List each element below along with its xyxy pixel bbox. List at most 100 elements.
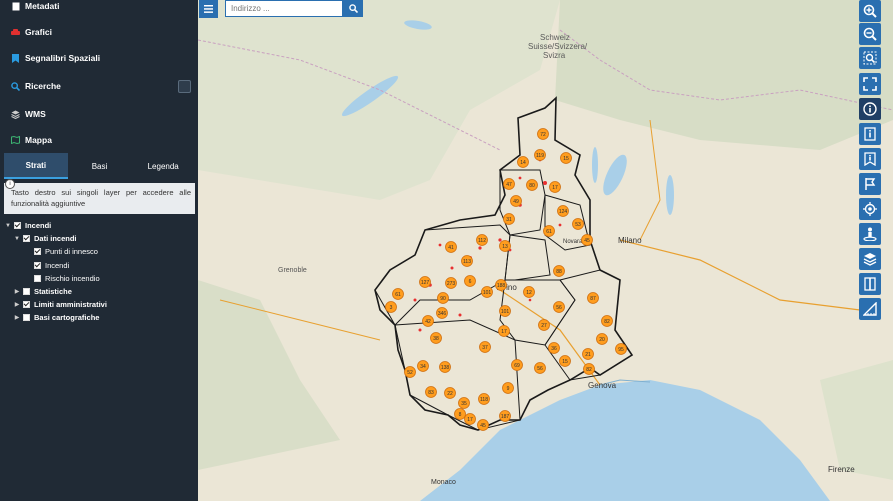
flag-button[interactable] [859,173,881,195]
fire-cluster-marker[interactable]: 38 [430,332,442,344]
fire-cluster-marker[interactable]: 14 [517,156,529,168]
streetview-button[interactable] [859,223,881,245]
fire-cluster-marker[interactable]: 82 [601,315,613,327]
caret-right-icon[interactable]: ▶ [13,314,21,321]
info-button[interactable] [859,98,881,120]
checkbox[interactable] [34,248,41,256]
checkbox[interactable] [34,274,41,282]
caret-down-icon[interactable]: ▼ [13,236,21,242]
fire-cluster-marker[interactable]: 101 [481,286,493,298]
fire-cluster-marker[interactable]: 61 [392,288,404,300]
bookmark-tool-button[interactable] [859,148,881,170]
fire-cluster-marker[interactable]: 6 [464,275,476,287]
nav-ricerche[interactable]: Ricerche [0,73,198,99]
tree-node-limiti[interactable]: ▶ Limiti amministrativi [4,298,195,311]
fire-cluster-marker[interactable]: 20 [596,333,608,345]
fire-cluster-marker[interactable]: 119 [534,149,546,161]
checkbox[interactable] [23,235,30,243]
nav-segnalibri[interactable]: Segnalibri Spaziali [0,45,198,71]
layers-tool-button[interactable] [859,248,881,270]
fire-cluster-marker[interactable]: 187 [499,410,511,422]
fire-cluster-marker[interactable]: 13 [499,240,511,252]
fire-cluster-marker[interactable]: 273 [445,277,457,289]
tree-node-punti[interactable]: Punti di innesco [4,245,195,258]
fire-cluster-marker[interactable]: 88 [553,265,565,277]
fire-cluster-marker[interactable]: 188 [495,279,507,291]
fire-cluster-marker[interactable]: 113 [461,255,473,267]
fire-cluster-marker[interactable]: 22 [444,387,456,399]
fire-cluster-marker[interactable]: 17 [498,325,510,337]
fullscreen-button[interactable] [859,73,881,95]
tree-node-incendi-layer[interactable]: Incendi [4,259,195,272]
caret-right-icon[interactable]: ▶ [13,288,21,295]
fire-cluster-marker[interactable]: 138 [439,361,451,373]
nav-wms[interactable]: WMS [0,101,198,127]
fire-cluster-marker[interactable]: 72 [537,128,549,140]
caret-down-icon[interactable]: ▼ [4,223,12,229]
checkbox[interactable] [14,222,21,230]
tab-legenda[interactable]: Legenda [131,153,195,179]
tab-strati[interactable]: Strati [4,153,68,179]
fire-cluster-marker[interactable]: 124 [557,205,569,217]
fire-cluster-marker[interactable]: 15 [559,355,571,367]
checkbox[interactable] [23,288,30,296]
fire-cluster-marker[interactable]: 17 [549,181,561,193]
checkbox[interactable] [23,314,30,322]
fire-cluster-marker[interactable]: 83 [425,386,437,398]
fire-cluster-marker[interactable]: 37 [479,341,491,353]
nav-metadati[interactable]: Metadati [0,0,198,12]
map-svg[interactable]: Schweiz Suisse/Svizzera/ Svizra Milano T… [198,0,893,501]
fire-cluster-marker[interactable]: 9 [502,382,514,394]
zoom-out-button[interactable] [859,23,881,45]
fire-cluster-marker[interactable]: 3 [385,301,397,313]
fire-cluster-marker[interactable]: 35 [458,397,470,409]
nav-mappa[interactable]: Mappa [0,127,198,153]
fire-cluster-marker[interactable]: 90 [437,292,449,304]
menu-toggle-button[interactable] [199,0,218,18]
fire-cluster-marker[interactable]: 45 [477,419,489,431]
fire-cluster-marker[interactable]: 12 [523,286,535,298]
split-button[interactable] [859,273,881,295]
fire-cluster-marker[interactable]: 69 [511,359,523,371]
fire-cluster-marker[interactable]: 56 [534,362,546,374]
fire-cluster-marker[interactable]: 49 [510,195,522,207]
tree-node-incendi[interactable]: ▼ Incendi [4,219,195,232]
fire-cluster-marker[interactable]: 47 [503,178,515,190]
fire-cluster-marker[interactable]: 15 [560,152,572,164]
caret-right-icon[interactable]: ▶ [13,301,21,308]
checkbox[interactable] [34,261,41,269]
fire-cluster-marker[interactable]: 41 [445,241,457,253]
fire-cluster-marker[interactable]: 45 [581,234,593,246]
fire-cluster-marker[interactable]: 80 [526,179,538,191]
checkbox[interactable] [23,301,30,309]
fire-cluster-marker[interactable]: 36 [548,342,560,354]
fire-cluster-marker[interactable]: 118 [478,393,490,405]
address-search-input[interactable] [225,0,343,17]
fire-cluster-marker[interactable]: 31 [503,213,515,225]
nav-grafici[interactable]: Grafici [0,19,198,45]
tree-node-dati-incendi[interactable]: ▼ Dati incendi [4,232,195,245]
fire-cluster-marker[interactable]: 8 [454,408,466,420]
fire-cluster-marker[interactable]: 112 [476,234,488,246]
calculator-icon[interactable] [178,80,191,93]
zoom-in-button[interactable] [859,0,881,22]
fire-cluster-marker[interactable]: 127 [419,276,431,288]
fire-cluster-marker[interactable]: 56 [553,301,565,313]
fire-cluster-marker[interactable]: 87 [587,292,599,304]
zoom-box-button[interactable] [859,47,881,69]
fire-cluster-marker[interactable]: 42 [422,315,434,327]
tab-basi[interactable]: Basi [68,153,132,179]
locate-button[interactable] [859,198,881,220]
fire-cluster-marker[interactable]: 82 [583,363,595,375]
identify-button[interactable] [859,123,881,145]
fire-cluster-marker[interactable]: 346 [436,307,448,319]
search-button[interactable] [343,0,363,17]
tree-node-rischio[interactable]: Rischio incendio [4,272,195,285]
fire-cluster-marker[interactable]: 21 [582,348,594,360]
map-canvas[interactable]: Schweiz Suisse/Svizzera/ Svizra Milano T… [198,0,893,501]
tree-node-basi[interactable]: ▶ Basi cartografiche [4,311,195,324]
fire-cluster-marker[interactable]: 95 [615,343,627,355]
fire-cluster-marker[interactable]: 34 [417,360,429,372]
measure-button[interactable] [859,298,881,320]
fire-cluster-marker[interactable]: 17 [464,413,476,425]
